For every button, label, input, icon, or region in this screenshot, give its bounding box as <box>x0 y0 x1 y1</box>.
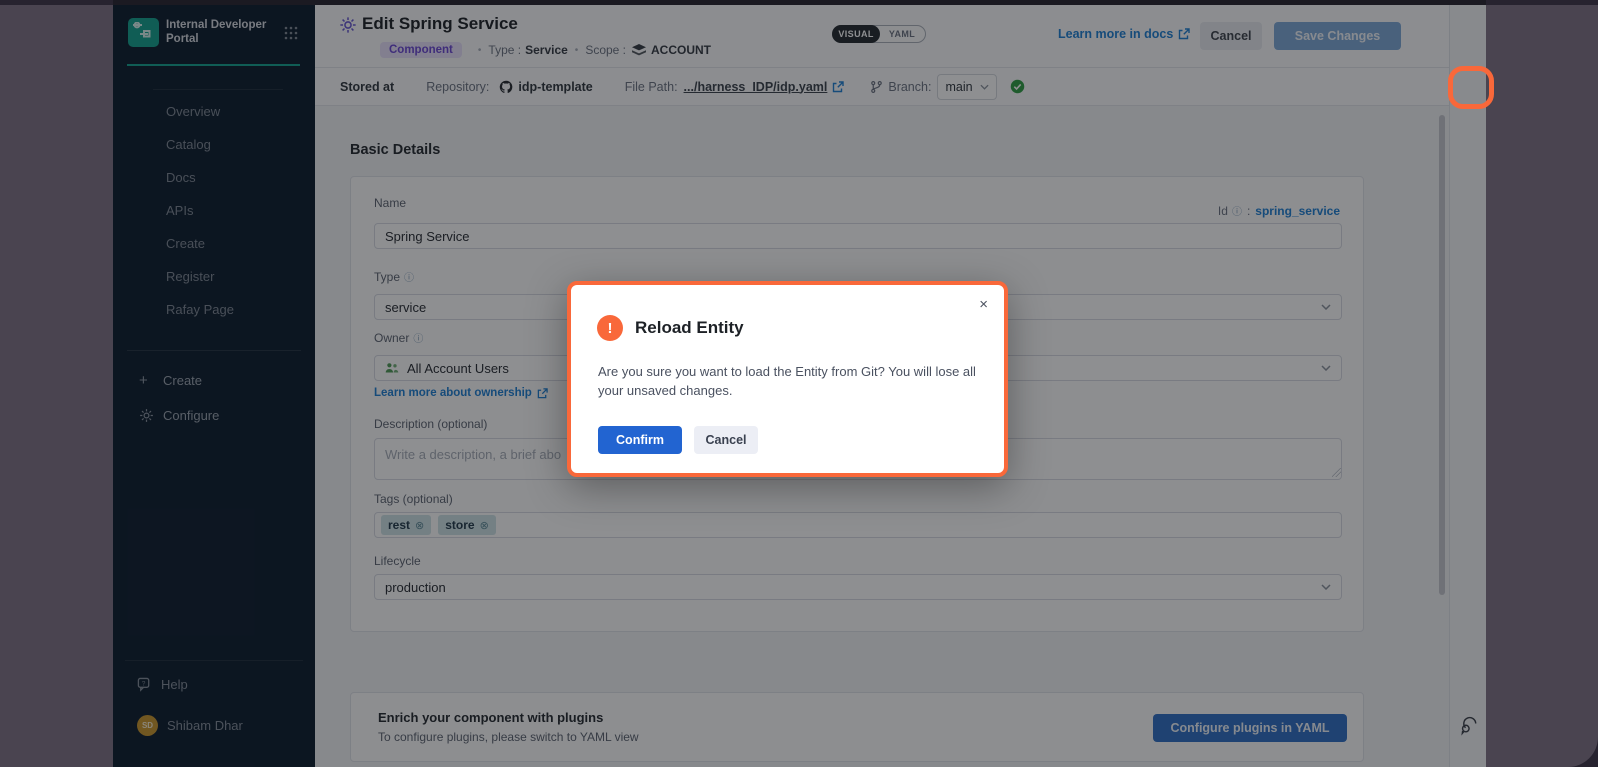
highlight-ring <box>1448 66 1494 109</box>
modal-body: Are you sure you want to load the Entity… <box>598 362 990 400</box>
modal-title: Reload Entity <box>635 318 744 338</box>
reload-entity-modal: × ! Reload Entity Are you sure you want … <box>567 281 1008 477</box>
warning-icon: ! <box>597 315 623 341</box>
confirm-button[interactable]: Confirm <box>598 426 682 454</box>
modal-cancel-button[interactable]: Cancel <box>694 426 758 454</box>
close-icon[interactable]: × <box>979 296 988 313</box>
